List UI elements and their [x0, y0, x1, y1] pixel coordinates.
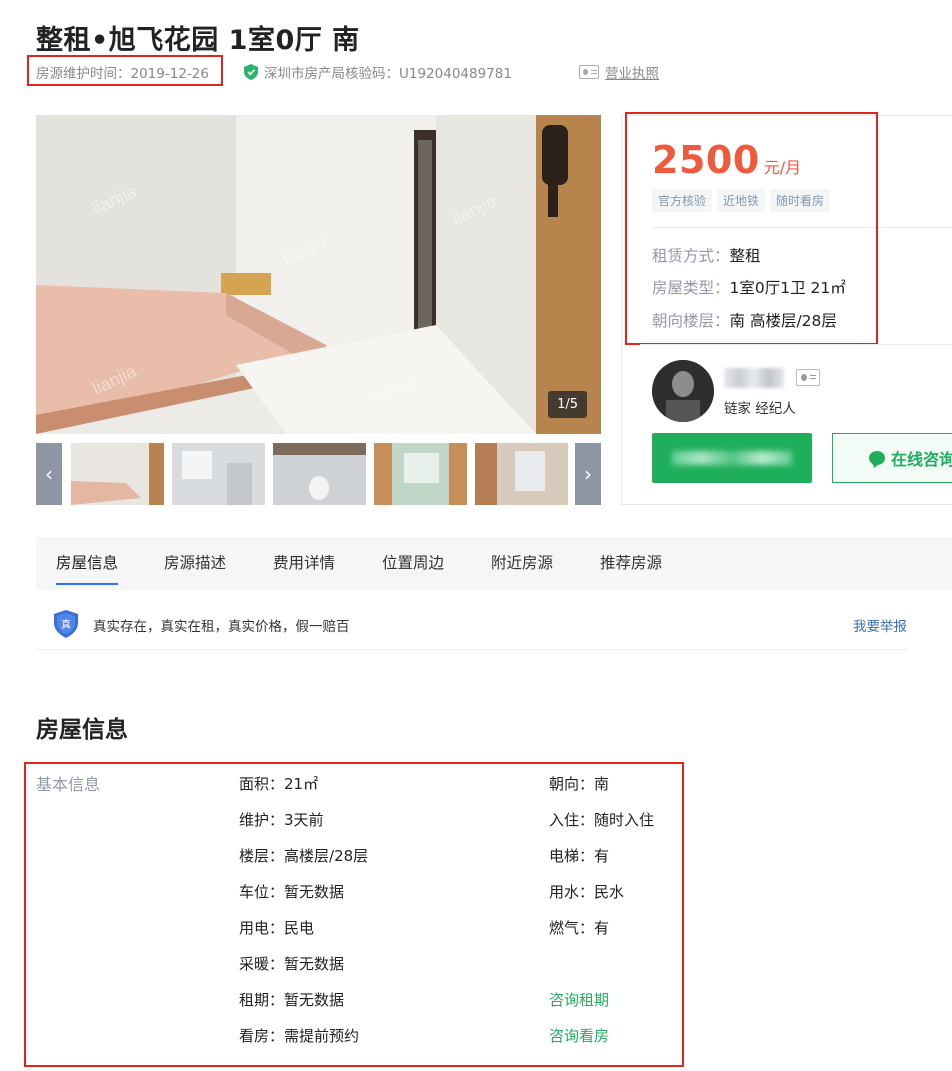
avatar-image [652, 360, 714, 422]
agent-card-icon[interactable] [796, 369, 820, 386]
tab-nearby[interactable]: 附近房源 [491, 537, 553, 590]
business-license-text[interactable]: 营业执照 [605, 62, 659, 82]
section-title: 房屋信息 [36, 717, 128, 743]
license-card-icon [579, 65, 599, 79]
agent-avatar[interactable] [652, 360, 714, 422]
divider [640, 344, 952, 345]
shield-badge-text: 真 [61, 618, 71, 631]
thumbnail-strip: ‹ › [36, 441, 601, 507]
online-consult-label: 在线咨询 [891, 450, 952, 469]
authenticity-notice: 真 真实存在，真实在租，真实价格，假一赔百 我要举报 [36, 600, 907, 650]
thumbnail-5[interactable] [475, 443, 568, 505]
shield-check-icon [244, 64, 258, 80]
highlight-box-basic-info [24, 762, 684, 1067]
agent-name-redacted [724, 368, 784, 388]
photo-counter: 1/5 [548, 391, 587, 418]
thumbnail-2[interactable] [172, 443, 265, 505]
verify-code-text: 深圳市房产局核验码：U192040489781 [264, 66, 512, 82]
thumbnail-image [71, 443, 164, 505]
business-license-link[interactable]: 营业执照 [579, 62, 659, 82]
thumbnail-image [273, 443, 366, 505]
thumb-next-button[interactable]: › [575, 443, 601, 505]
detail-tabbar: 房屋信息 房源描述 费用详情 位置周边 附近房源 推荐房源 [36, 537, 952, 590]
notice-text: 真实存在，真实在租，真实价格，假一赔百 [93, 619, 350, 635]
thumbnail-image [172, 443, 265, 505]
verify-code: 深圳市房产局核验码：U192040489781 [244, 62, 512, 82]
thumbnail-1[interactable] [69, 441, 166, 507]
tab-fees[interactable]: 费用详情 [273, 537, 335, 590]
online-consult-button[interactable]: 在线咨询 [832, 433, 952, 483]
thumbnail-image [374, 443, 467, 505]
tab-description[interactable]: 房源描述 [164, 537, 226, 590]
phone-button[interactable] [652, 433, 812, 483]
authentic-shield-icon: 真 [54, 610, 78, 638]
phone-number-redacted [672, 451, 792, 465]
tab-house-info[interactable]: 房屋信息 [56, 537, 119, 590]
highlight-box-price [625, 112, 878, 345]
thumb-prev-button[interactable]: ‹ [36, 443, 62, 505]
main-photo[interactable]: lianjia lianjia lianjia lianjia lianjia … [36, 115, 601, 434]
thumbnail-4[interactable] [374, 443, 467, 505]
agent-role: 链家 经纪人 [724, 401, 796, 417]
thumbnail-image [475, 443, 568, 505]
thumbnail-3[interactable] [273, 443, 366, 505]
tab-recommended[interactable]: 推荐房源 [600, 537, 662, 590]
report-link[interactable]: 我要举报 [853, 615, 907, 635]
room-photo-illustration: lianjia lianjia lianjia lianjia lianjia [36, 115, 601, 434]
page-title: 整租•旭飞花园 1室0厅 南 [36, 25, 360, 56]
chat-bubble-icon [869, 451, 885, 465]
highlight-box-date [27, 55, 223, 86]
tab-location[interactable]: 位置周边 [382, 537, 444, 590]
